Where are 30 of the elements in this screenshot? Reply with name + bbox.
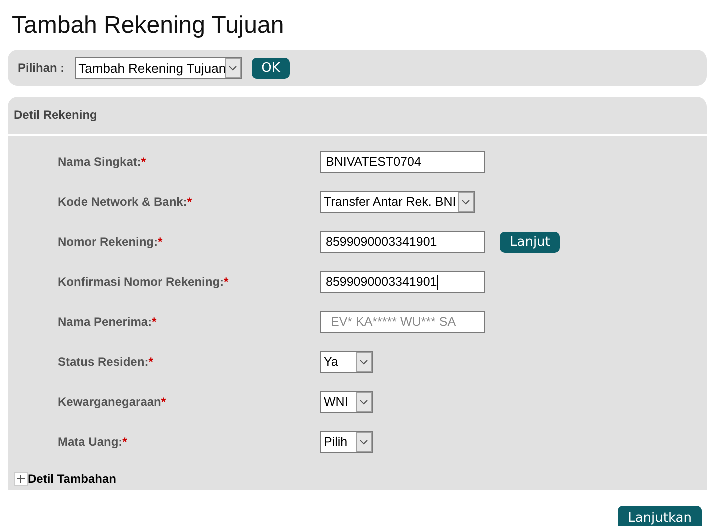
section-toggle-label[interactable]: Detil Tambahan bbox=[28, 472, 116, 486]
field-label: Konfirmasi Nomor Rekening:* bbox=[57, 275, 230, 289]
field-label: Nama Penerima:* bbox=[57, 315, 158, 329]
next-button[interactable]: Lanjut bbox=[500, 232, 560, 252]
select-field[interactable]: Tambah Rekening Tujuan bbox=[74, 57, 242, 79]
field-label: Nama Singkat:* bbox=[57, 155, 148, 169]
select-field[interactable]: Transfer Antar Rek. BNI bbox=[320, 191, 476, 213]
page-title: Tambah Rekening Tujuan bbox=[11, 11, 286, 41]
chevron-down-icon bbox=[458, 192, 474, 212]
chevron-down-icon bbox=[356, 432, 372, 452]
select-field[interactable]: WNI bbox=[320, 391, 373, 413]
field-label: Nomor Rekening:* bbox=[57, 235, 164, 249]
chevron-down-icon bbox=[356, 352, 372, 372]
field-label: Kewarganegaraan* bbox=[57, 395, 168, 409]
ok-button[interactable]: OK bbox=[252, 58, 290, 78]
select-field[interactable]: Ya bbox=[320, 351, 373, 373]
expand-icon[interactable] bbox=[14, 472, 28, 486]
readonly-field: EV* KA***** WU*** SA bbox=[320, 311, 485, 333]
input-field[interactable]: 8599090003341901 bbox=[320, 271, 485, 293]
field-label: Kode Network & Bank:* bbox=[57, 195, 194, 209]
continue-button[interactable]: Lanjutkan bbox=[618, 506, 702, 526]
field-label: Status Residen:* bbox=[57, 355, 154, 369]
input-field[interactable]: 8599090003341901 bbox=[320, 231, 485, 253]
input-field[interactable]: BNIVATEST0704 bbox=[320, 151, 485, 173]
chevron-down-icon bbox=[356, 392, 372, 412]
field-label: Mata Uang:* bbox=[57, 435, 128, 449]
panel-title: Detil Rekening bbox=[8, 97, 707, 136]
chevron-down-icon bbox=[224, 58, 241, 78]
selector-label: Pilihan : bbox=[18, 61, 65, 75]
select-field[interactable]: Pilih bbox=[320, 431, 373, 453]
